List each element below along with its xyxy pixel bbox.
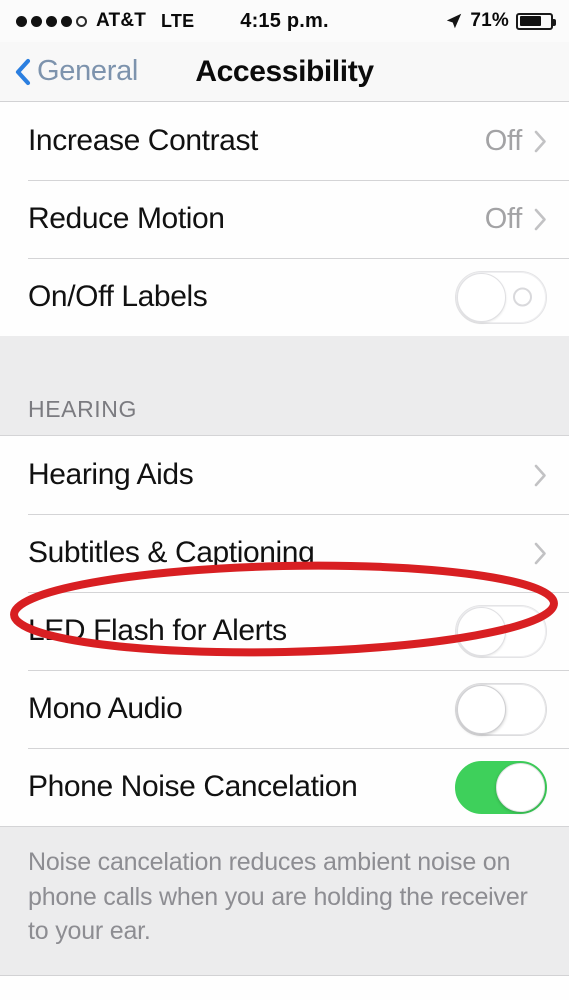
row-accessory	[455, 760, 547, 814]
row-partial-value: R	[488, 996, 510, 1000]
row-led-flash-for-alerts[interactable]: LED Flash for Alerts	[0, 592, 569, 670]
battery-percent-label: 71%	[470, 10, 509, 31]
network-type-label: LTE	[161, 10, 195, 31]
toggle-mono-audio[interactable]	[455, 682, 547, 736]
row-value: Off	[484, 202, 523, 235]
section-footer-hearing: Noise cancelation reduces ambient noise …	[0, 826, 569, 976]
row-label: Increase Contrast	[28, 124, 258, 157]
row-phone-noise-cancelation[interactable]: Phone Noise Cancelation	[0, 748, 569, 826]
row-accessory	[455, 270, 547, 324]
row-label: Subtitles & Captioning	[28, 536, 315, 569]
back-button[interactable]: General	[14, 55, 138, 88]
chevron-right-icon	[534, 464, 546, 486]
signal-strength-icon	[16, 15, 87, 27]
row-partial-label: I	[28, 996, 36, 1000]
row-partial-cutoff[interactable]: I R	[0, 975, 569, 1000]
status-bar: AT&T LTE 4:15 p.m. 71%	[0, 0, 569, 42]
navigation-bar: General Accessibility	[0, 42, 569, 102]
carrier-label: AT&T	[96, 10, 147, 31]
toggle-on-off-labels[interactable]	[455, 270, 547, 324]
battery-icon	[516, 12, 556, 30]
settings-group-hearing: Hearing Aids Subtitles & Captioning LED …	[0, 436, 569, 826]
toggle-phone-noise-cancelation[interactable]	[455, 760, 547, 814]
chevron-left-icon	[15, 58, 31, 85]
toggle-knob	[457, 272, 506, 322]
row-accessory: Off	[485, 203, 547, 236]
row-accessory	[455, 604, 547, 658]
row-label: Hearing Aids	[28, 458, 194, 491]
row-label: Mono Audio	[28, 692, 183, 725]
row-hearing-aids[interactable]: Hearing Aids	[0, 436, 569, 514]
row-label: Phone Noise Cancelation	[28, 770, 358, 803]
row-subtitles-captioning[interactable]: Subtitles & Captioning	[0, 514, 569, 592]
toggle-led-flash-for-alerts[interactable]	[455, 604, 547, 658]
toggle-knob	[457, 606, 506, 656]
row-label: Reduce Motion	[28, 202, 225, 235]
row-mono-audio[interactable]: Mono Audio	[0, 670, 569, 748]
section-header-label: HEARING	[28, 396, 137, 422]
location-arrow-icon	[447, 13, 462, 29]
chevron-right-icon	[534, 542, 546, 564]
chevron-right-icon	[534, 208, 546, 230]
iphone-settings-screen: AT&T LTE 4:15 p.m. 71% General Accessibi…	[0, 0, 569, 1000]
toggle-knob	[496, 762, 545, 812]
toggle-knob	[457, 684, 506, 734]
row-accessory: Off	[485, 125, 547, 158]
back-button-label: General	[37, 55, 139, 87]
row-label: On/Off Labels	[28, 280, 208, 313]
toggle-off-label-icon	[513, 287, 532, 307]
row-accessory	[534, 464, 547, 487]
chevron-right-icon	[534, 130, 546, 152]
row-reduce-motion[interactable]: Reduce Motion Off	[0, 180, 569, 258]
row-label: LED Flash for Alerts	[28, 614, 287, 647]
status-bar-right: 71%	[445, 10, 556, 32]
settings-group-display: Increase Contrast Off Reduce Motion Off …	[0, 102, 569, 336]
status-bar-left: AT&T LTE	[16, 10, 194, 32]
row-increase-contrast[interactable]: Increase Contrast Off	[0, 102, 569, 180]
battery-fill	[519, 16, 541, 26]
row-on-off-labels[interactable]: On/Off Labels	[0, 258, 569, 336]
section-header-hearing: HEARING	[0, 336, 569, 436]
section-footer-text: Noise cancelation reduces ambient noise …	[28, 848, 528, 945]
row-accessory	[455, 682, 547, 736]
row-value: Off	[484, 124, 523, 157]
row-accessory	[534, 542, 547, 565]
